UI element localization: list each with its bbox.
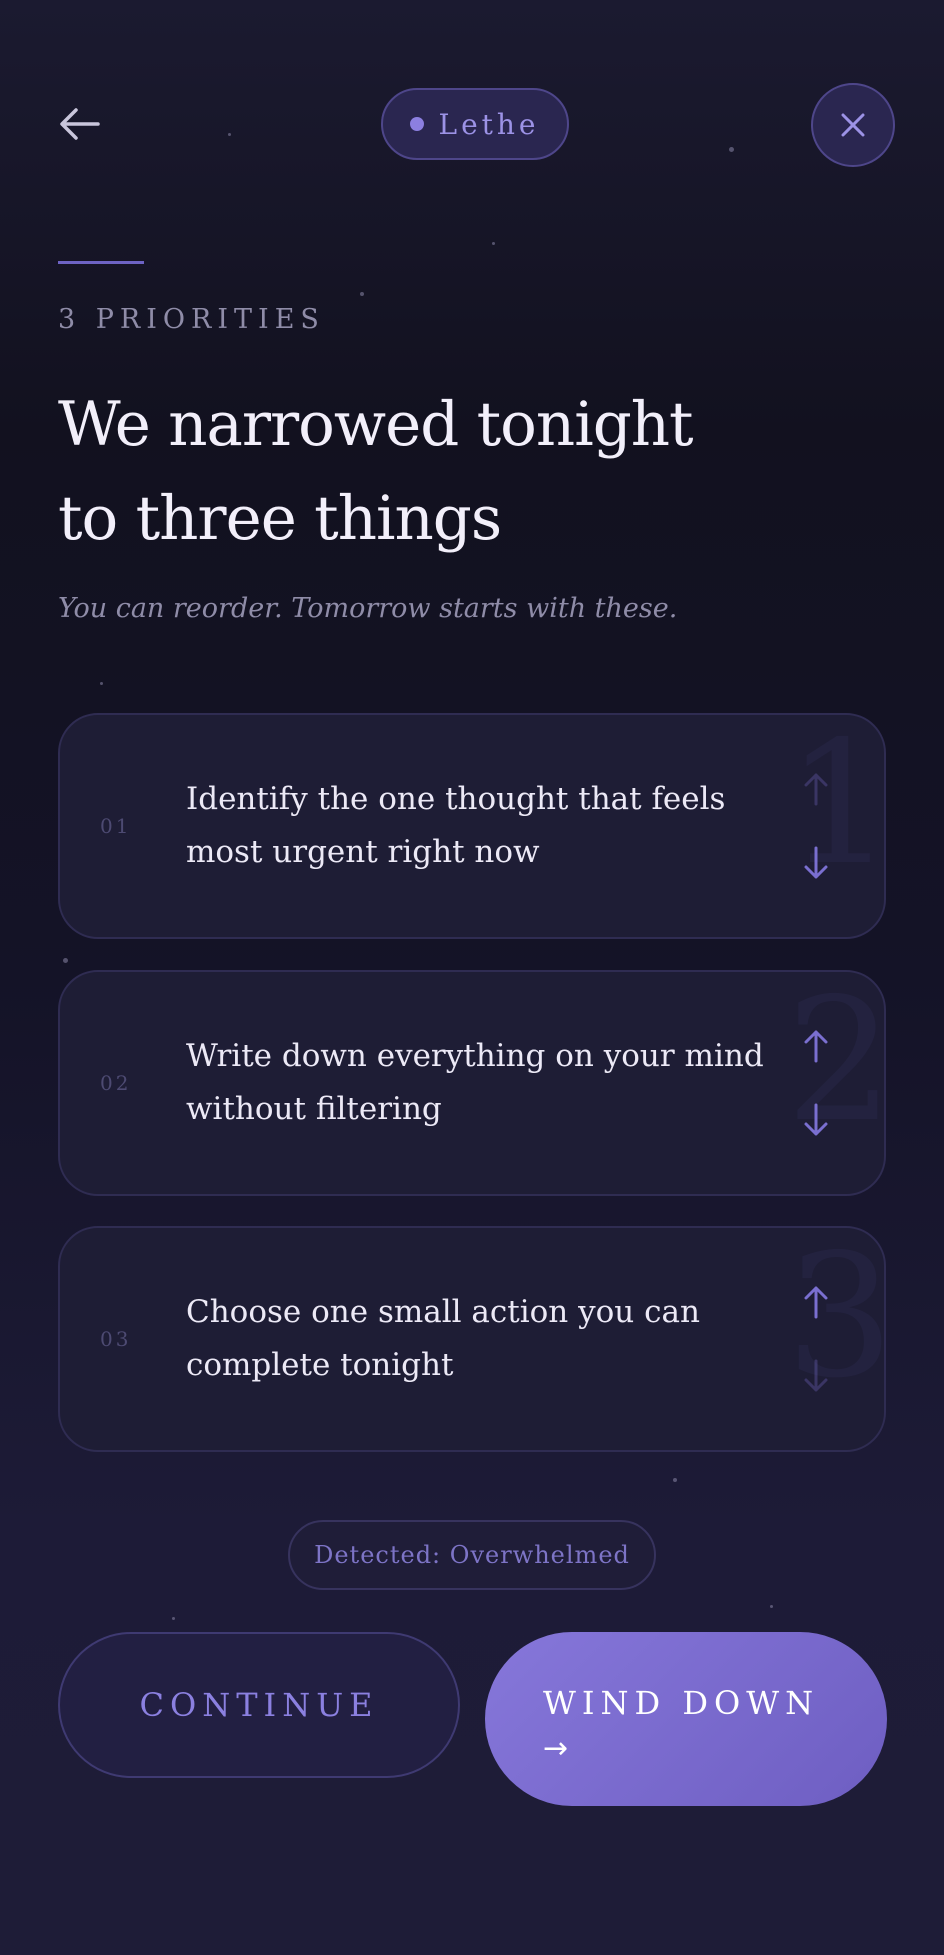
move-up-button[interactable] — [798, 1282, 834, 1322]
move-down-button[interactable] — [798, 1100, 834, 1140]
priority-count-label: 3 PRIORITIES — [58, 304, 325, 335]
close-button[interactable] — [811, 83, 895, 167]
priority-number: 01 — [100, 814, 132, 838]
background-star — [492, 242, 495, 245]
continue-button[interactable]: CONTINUE — [58, 1632, 460, 1778]
arrow-down-icon — [804, 846, 828, 879]
page-title-line-2: to three things — [58, 483, 502, 554]
priority-card-2[interactable]: 2 02 Write down everything on your mind … — [58, 970, 886, 1196]
brand-label: Lethe — [438, 107, 540, 141]
status-dot — [410, 117, 425, 131]
page-title: We narrowed tonight to three things — [58, 378, 758, 566]
priority-text: Choose one small action you can complete… — [186, 1294, 700, 1383]
detected-mood-badge: Detected: Overwhelmed — [288, 1520, 656, 1590]
background-star — [63, 958, 68, 963]
priority-number: 02 — [100, 1071, 132, 1095]
arrow-up-icon — [804, 773, 828, 806]
move-down-button[interactable] — [798, 843, 834, 883]
background-star — [360, 292, 364, 296]
page-subtitle: You can reorder. Tomorrow starts with th… — [58, 593, 678, 624]
background-star — [729, 147, 734, 152]
background-star — [673, 1478, 677, 1482]
arrow-down-icon — [804, 1103, 828, 1136]
brand-badge: Lethe — [381, 88, 569, 160]
priority-text: Identify the one thought that feels most… — [186, 781, 726, 870]
move-down-button[interactable] — [798, 1356, 834, 1396]
priority-card-1[interactable]: 1 01 Identify the one thought that feels… — [58, 713, 886, 939]
priority-number: 03 — [100, 1327, 132, 1351]
background-star — [100, 682, 103, 685]
back-button[interactable] — [58, 94, 128, 154]
priority-text: Write down everything on your mind witho… — [186, 1038, 764, 1127]
background-star — [228, 133, 231, 136]
close-icon — [841, 113, 865, 137]
arrow-up-icon — [804, 1286, 828, 1319]
move-up-button[interactable] — [798, 769, 834, 809]
continue-button-label: CONTINUE — [139, 1686, 379, 1724]
arrow-down-icon — [804, 1359, 828, 1392]
priority-card-3[interactable]: 3 03 Choose one small action you can com… — [58, 1226, 886, 1452]
arrow-right-icon: → — [543, 1731, 569, 1766]
arrow-left-icon — [60, 108, 100, 140]
wind-down-button-label: WIND DOWN — [543, 1684, 820, 1722]
accent-divider — [58, 261, 144, 264]
wind-down-button[interactable]: WIND DOWN → — [485, 1632, 887, 1806]
arrow-up-icon — [804, 1030, 828, 1063]
page-title-line-1: We narrowed tonight — [58, 389, 694, 460]
move-up-button[interactable] — [798, 1026, 834, 1066]
background-star — [770, 1605, 773, 1608]
background-star — [172, 1617, 175, 1620]
